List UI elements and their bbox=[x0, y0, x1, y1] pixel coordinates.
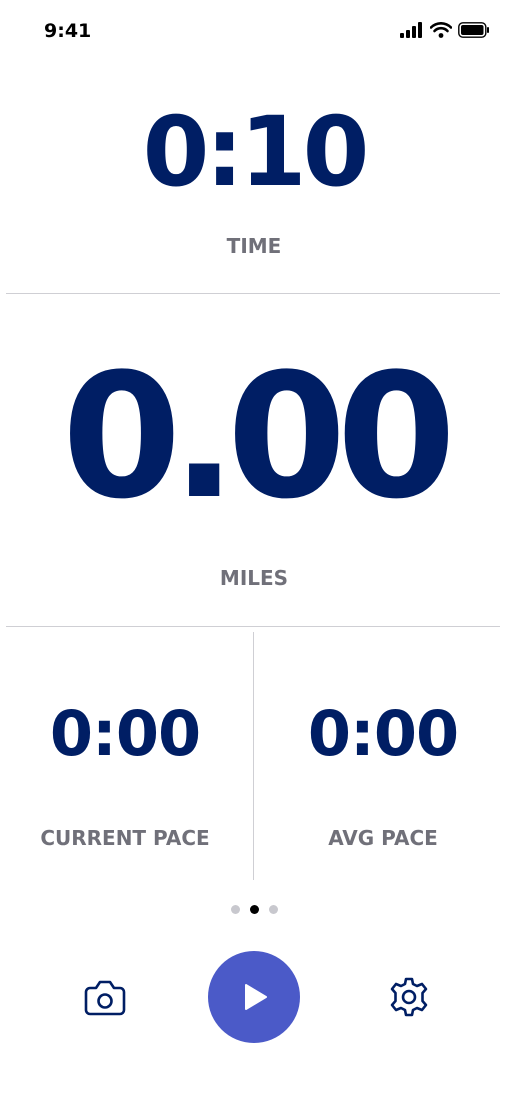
battery-icon bbox=[458, 22, 489, 38]
time-value: 0:10 bbox=[142, 96, 370, 208]
camera-icon bbox=[84, 980, 126, 1016]
page-dot-active[interactable] bbox=[249, 905, 259, 914]
current-pace-panel: 0:00 CURRENT PACE bbox=[0, 697, 250, 851]
status-icons bbox=[400, 22, 490, 38]
page-indicator[interactable] bbox=[0, 905, 508, 914]
current-pace-value: 0:00 bbox=[49, 697, 201, 770]
gear-icon bbox=[390, 977, 428, 1017]
divider-middle bbox=[6, 626, 500, 627]
distance-label: MILES bbox=[219, 566, 289, 590]
page-dot[interactable] bbox=[230, 905, 240, 914]
settings-button[interactable] bbox=[386, 974, 432, 1020]
status-time: 9:41 bbox=[44, 20, 92, 42]
play-icon bbox=[245, 984, 267, 1010]
distance-value: 0.00 bbox=[61, 336, 456, 537]
avg-pace-panel: 0:00 AVG PACE bbox=[258, 697, 508, 851]
page-dot[interactable] bbox=[268, 905, 278, 914]
signal-icon bbox=[400, 22, 422, 38]
status-bar: 9:41 bbox=[0, 0, 508, 60]
time-label: TIME bbox=[226, 234, 282, 258]
avg-pace-label: AVG PACE bbox=[328, 826, 438, 851]
divider-vertical bbox=[253, 632, 254, 880]
camera-button[interactable] bbox=[82, 975, 128, 1021]
divider-top bbox=[6, 293, 500, 294]
play-button[interactable] bbox=[208, 951, 300, 1043]
wifi-icon bbox=[430, 22, 452, 38]
avg-pace-value: 0:00 bbox=[307, 697, 459, 770]
current-pace-label: CURRENT PACE bbox=[40, 826, 210, 851]
